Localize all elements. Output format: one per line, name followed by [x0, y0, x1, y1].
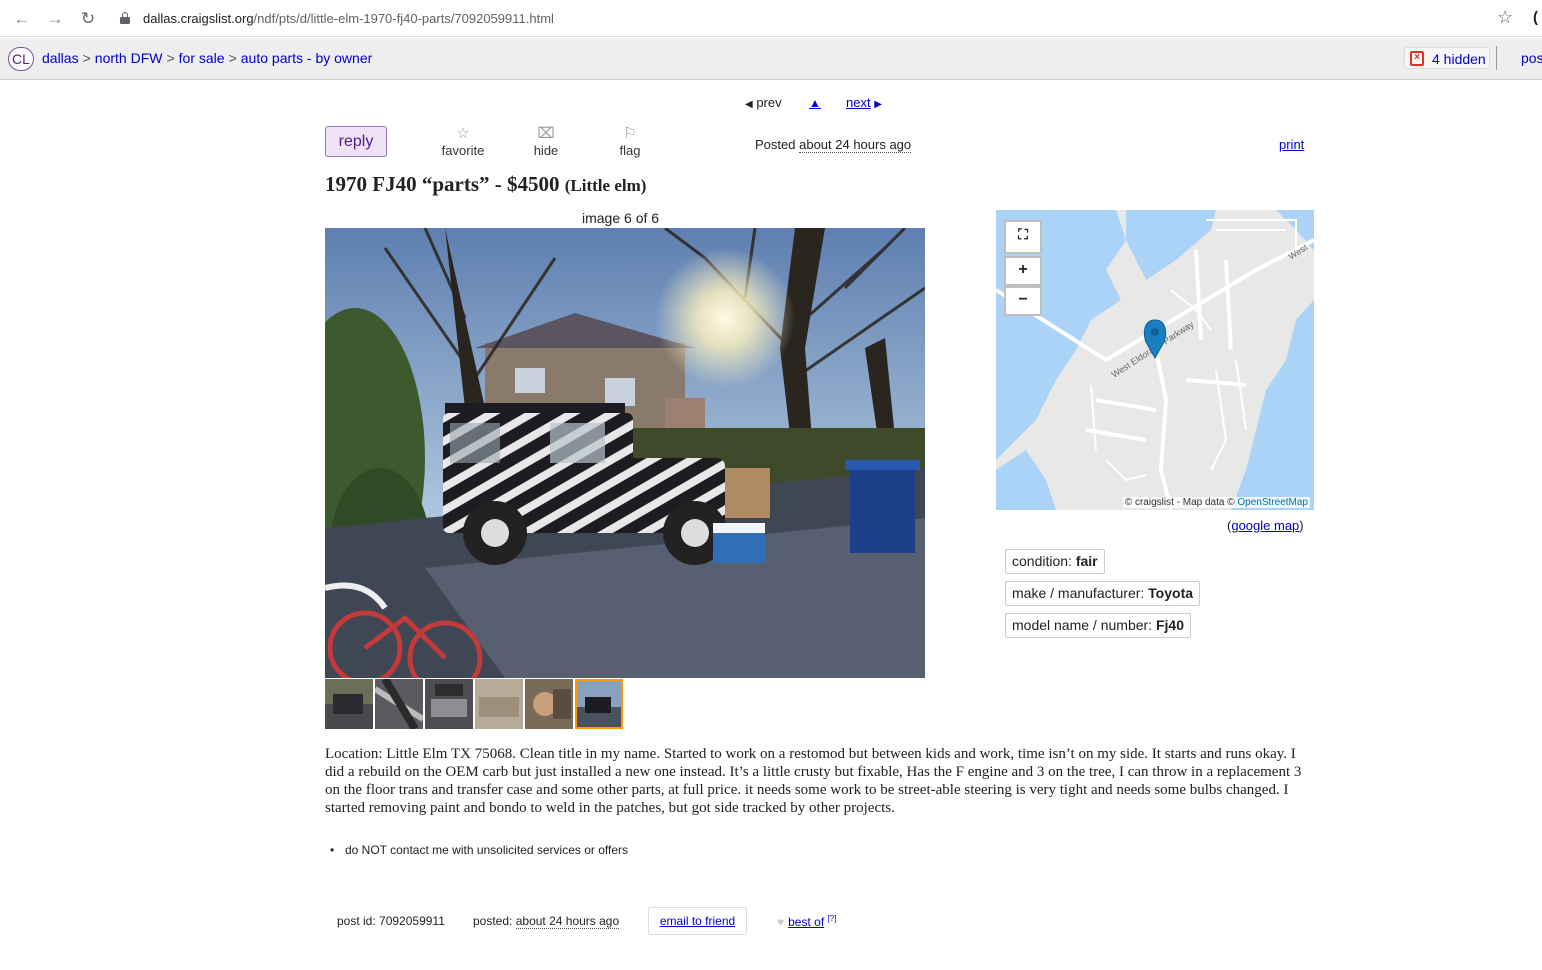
favorite-button[interactable]: ☆ favorite [441, 125, 485, 158]
post-id: post id: 7092059911 [337, 914, 445, 928]
breadcrumb-for-sale[interactable]: for sale [179, 50, 225, 66]
zoom-in-button[interactable]: + [1004, 256, 1042, 286]
flag-icon: ⚐ [623, 125, 637, 142]
google-map-link[interactable]: google map [1231, 518, 1299, 533]
thumbnail-1[interactable] [325, 679, 373, 729]
breadcrumb-separator: > [228, 50, 237, 66]
email-to-friend-button[interactable]: email to friend [648, 907, 747, 935]
best-of-link[interactable]: ♥ best of [?] [777, 914, 836, 929]
hide-button[interactable]: ⌧ hide [530, 125, 562, 158]
thumbnail-3[interactable] [425, 679, 473, 729]
map-tiles: West Eldorado Parkway West [996, 210, 1314, 510]
main-photo[interactable] [325, 228, 925, 678]
breadcrumb-separator: > [82, 50, 91, 66]
openstreetmap-link[interactable]: OpenStreetMap [1237, 497, 1308, 508]
up-link[interactable]: ▲ [809, 95, 821, 110]
posted-date: Posted about 24 hours ago [755, 137, 912, 153]
next-link[interactable]: next ▶ [846, 95, 882, 110]
account-icon[interactable]: ( [1533, 9, 1538, 26]
thumbnail-2[interactable] [375, 679, 423, 729]
notice-item: do NOT contact me with unsolicited servi… [330, 843, 628, 857]
best-of-help[interactable]: [?] [828, 914, 837, 923]
address-bar[interactable]: dallas.craigslist.org/ndf/pts/d/little-e… [110, 4, 1530, 33]
breadcrumb-north-dfw[interactable]: north DFW [95, 50, 163, 66]
image-counter: image 6 of 6 [582, 210, 660, 226]
favorite-label: favorite [441, 143, 485, 158]
posting-body: Location: Little Elm TX 75068. Clean tit… [325, 746, 1302, 816]
reload-icon[interactable]: ↻ [78, 9, 98, 29]
hidden-x-icon: × [1410, 51, 1424, 66]
thumbnail-6[interactable] [575, 679, 623, 729]
posted-time: about 24 hours ago [799, 137, 912, 153]
google-map-link-wrapper: (google map) [1227, 518, 1304, 533]
flag-label: flag [619, 143, 641, 158]
map-attribution: © craigslist - Map data © OpenStreetMap [1122, 497, 1310, 508]
back-arrow-icon[interactable]: ← [12, 9, 32, 29]
url-text: dallas.craigslist.org/ndf/pts/d/little-e… [143, 11, 554, 26]
breadcrumb: dallas > north DFW > for sale > auto parts - b… [42, 50, 372, 66]
post-link[interactable]: pos [1521, 50, 1542, 66]
up-arrow-icon[interactable]: ▲ [809, 96, 821, 110]
print-link[interactable]: print [1279, 137, 1304, 152]
next-arrow-icon: ▶ [874, 99, 882, 110]
thumbnail-5[interactable] [525, 679, 573, 729]
attr-make: make / manufacturer: Toyota [1005, 581, 1201, 606]
hide-x-icon: ⌧ [537, 125, 555, 142]
hidden-count-label: 4 hidden [1432, 51, 1486, 67]
footer-posted-time: about 24 hours ago [515, 914, 620, 929]
location-map[interactable]: West Eldorado Parkway West ⛶ + − © craig… [996, 210, 1314, 510]
star-icon: ☆ [456, 125, 470, 142]
forward-arrow-icon[interactable]: → [45, 9, 65, 29]
jeep-photo-illustration [325, 228, 925, 678]
breadcrumb-separator: > [166, 50, 175, 66]
fullscreen-icon[interactable]: ⛶ [1004, 220, 1042, 254]
hide-label: hide [533, 143, 559, 158]
footer-posted: posted: about 24 hours ago [473, 914, 620, 929]
prev-arrow-icon: ◀ [745, 99, 753, 110]
title-text: 1970 FJ40 “parts” [325, 172, 490, 196]
flag-button[interactable]: ⚐ flag [617, 125, 643, 158]
header-divider [1496, 46, 1497, 70]
attr-model: model name / number: Fj40 [1005, 613, 1191, 638]
price: $4500 [507, 172, 560, 196]
prev-link[interactable]: ◀ prev [745, 95, 782, 110]
cl-logo[interactable]: CL [8, 47, 34, 71]
hidden-posts-button[interactable]: × 4 hidden [1404, 47, 1490, 69]
breadcrumb-auto-parts[interactable]: auto parts - by owner [241, 50, 373, 66]
breadcrumb-dallas[interactable]: dallas [42, 50, 79, 66]
lock-icon [120, 12, 130, 24]
bookmark-star-icon[interactable]: ☆ [1497, 8, 1513, 26]
heart-icon: ♥ [777, 915, 785, 929]
page-title: 1970 FJ40 “parts” - $4500 (Little elm) [325, 172, 647, 196]
zoom-out-button[interactable]: − [1004, 286, 1042, 316]
thumbnail-4[interactable] [475, 679, 523, 729]
site-header: CL dallas > north DFW > for sale > auto parts … [0, 38, 1542, 80]
title-location: (Little elm) [564, 176, 647, 195]
browser-toolbar: ← → ↻ dallas.craigslist.org/ndf/pts/d/li… [0, 0, 1542, 37]
attr-condition: condition: fair [1005, 549, 1105, 574]
reply-button[interactable]: reply [325, 126, 387, 157]
